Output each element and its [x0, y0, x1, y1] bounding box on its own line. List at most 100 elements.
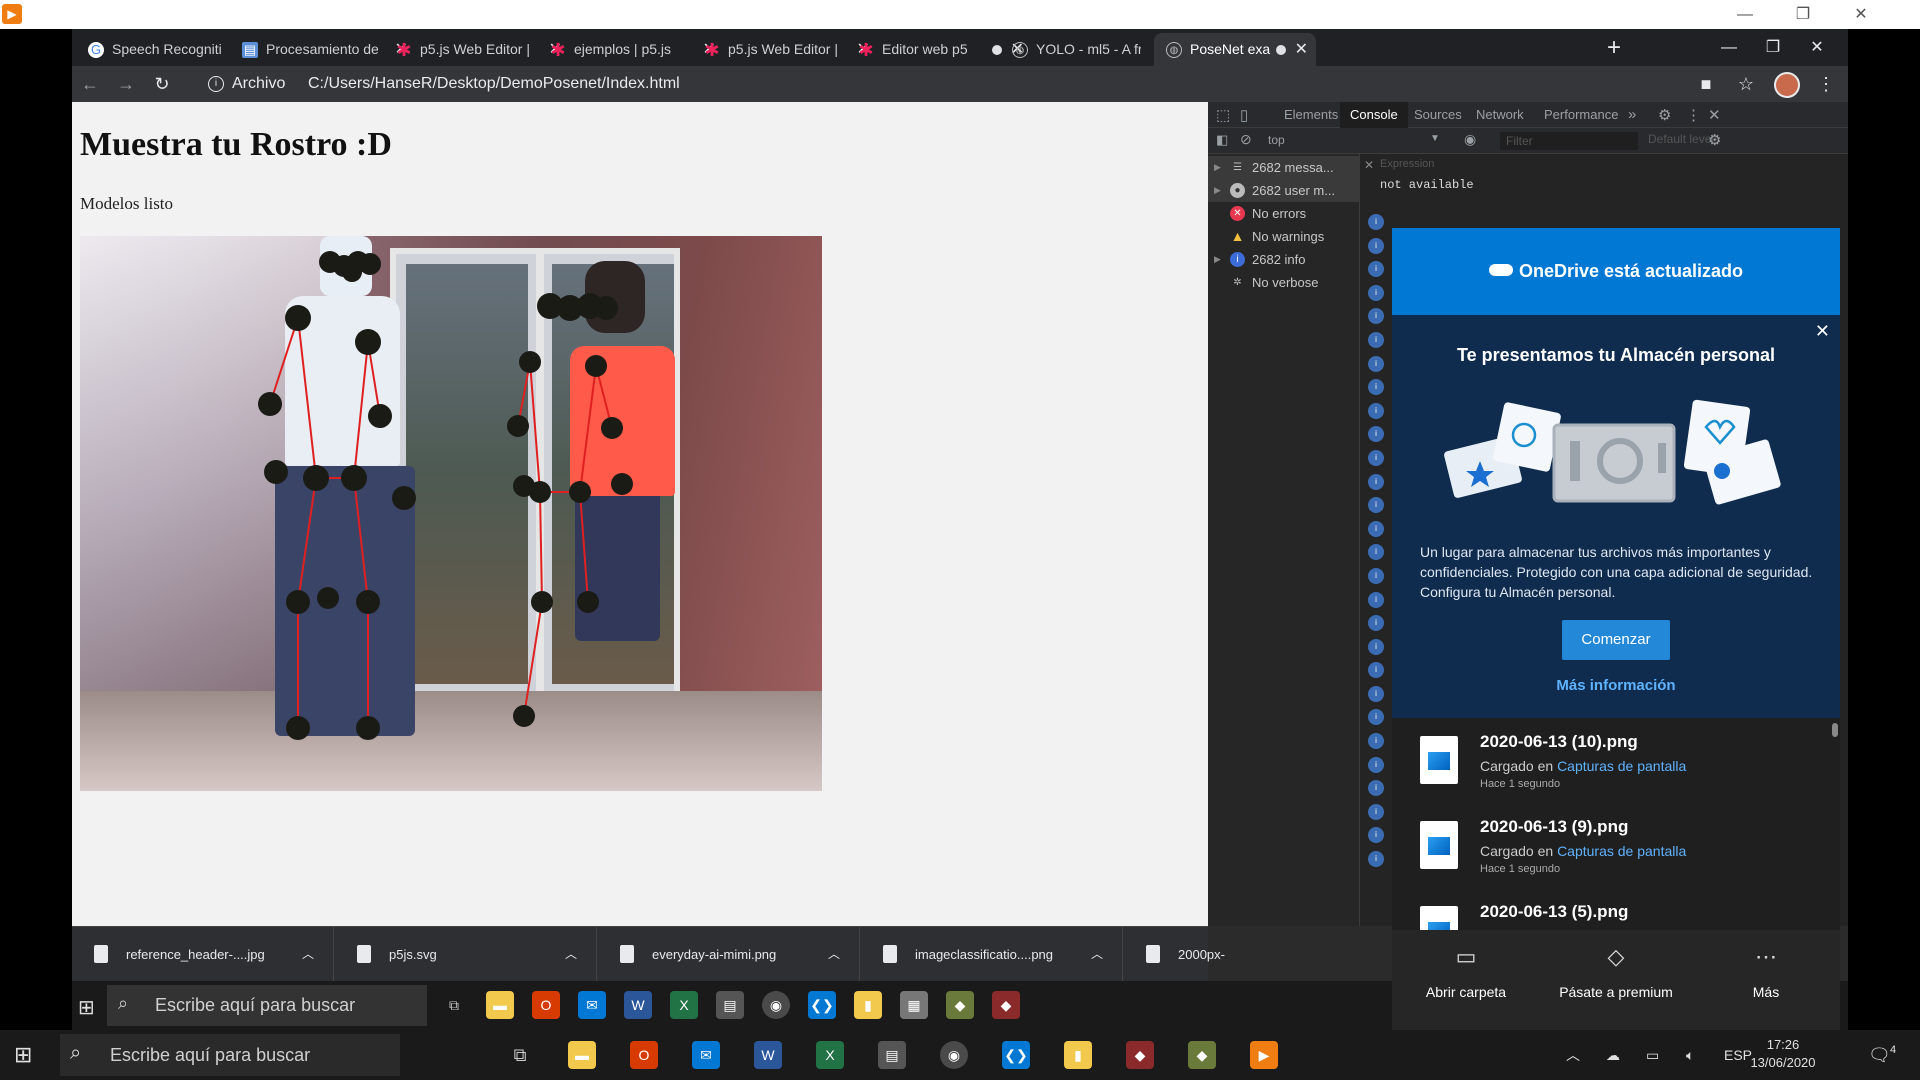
star-icon[interactable]: ☆ — [1732, 70, 1760, 98]
vscode-icon[interactable]: ❮❯ — [808, 991, 836, 1019]
chrome-maximize-button[interactable]: ❐ — [1758, 33, 1788, 63]
download-item[interactable]: reference_header-....jpg ︿ — [72, 927, 334, 982]
mail-icon[interactable]: ✉ — [692, 1041, 720, 1069]
close-promo-icon[interactable]: ✕ — [1815, 321, 1830, 342]
kebab-menu-icon[interactable]: ⋮ — [1686, 106, 1701, 124]
get-started-button[interactable]: Comenzar — [1562, 620, 1670, 660]
more-button[interactable]: ⋯ Más — [1692, 944, 1840, 1000]
minimize-button[interactable]: — — [1716, 0, 1774, 29]
folder-link[interactable]: Capturas de pantalla — [1557, 758, 1686, 774]
chrome-icon[interactable]: ◉ — [762, 991, 790, 1019]
more-tabs-icon[interactable]: » — [1628, 106, 1636, 123]
clear-console-icon[interactable]: ⊘ — [1240, 131, 1252, 148]
console-filter-input[interactable]: Filter — [1500, 132, 1638, 150]
reload-icon[interactable]: ↻ — [148, 70, 176, 98]
menu-icon[interactable]: ⋮ — [1812, 70, 1840, 98]
live-expression-input[interactable]: Expression — [1380, 158, 1434, 170]
chevron-up-icon[interactable]: ︿ — [1091, 927, 1103, 982]
context-select[interactable]: top — [1268, 133, 1285, 147]
download-item[interactable]: everyday-ai-mimi.png ︿ — [598, 927, 860, 982]
tab-network[interactable]: Network — [1476, 102, 1524, 128]
eye-icon[interactable]: ◉ — [1464, 131, 1476, 148]
sidebar-item-info[interactable]: ▶ i 2682 info — [1208, 248, 1360, 271]
notepad-icon[interactable]: ▤ — [716, 991, 744, 1019]
chrome-minimize-button[interactable]: — — [1714, 33, 1744, 63]
app-icon[interactable]: ◆ — [946, 991, 974, 1019]
onedrive-file-item[interactable]: 2020-06-13 (10).png Cargado en Capturas … — [1392, 720, 1840, 805]
sidebar-item-messages[interactable]: ▶ ☰ 2682 messa... — [1208, 156, 1360, 179]
app-icon[interactable]: ▦ — [900, 991, 928, 1019]
sidebar-item-warnings[interactable]: ▲ No warnings — [1208, 225, 1360, 248]
chevron-up-icon[interactable]: ︿ — [302, 927, 314, 982]
device-toolbar-icon[interactable]: ▯ — [1240, 106, 1248, 124]
close-icon[interactable]: ✕ — [1295, 33, 1308, 66]
inspect-icon[interactable]: ⬚ — [1216, 106, 1230, 124]
onedrive-file-item[interactable]: 2020-06-13 (5).png — [1392, 890, 1840, 930]
sidebar-item-errors[interactable]: ✕ No errors — [1208, 202, 1360, 225]
more-info-link[interactable]: Más información — [1392, 677, 1840, 694]
info-icon[interactable]: i — [208, 76, 224, 92]
battery-icon[interactable]: ▭ — [1646, 1030, 1659, 1080]
download-item[interactable]: 2000px-TensorFlo....png — [1124, 927, 1271, 1017]
scrollbar-thumb[interactable] — [1832, 723, 1838, 737]
maximize-button[interactable]: ❐ — [1774, 0, 1832, 29]
new-tab-button[interactable]: + — [1607, 33, 1621, 63]
chevron-up-icon[interactable]: ︿ — [1566, 1030, 1580, 1080]
back-icon[interactable]: ← — [76, 70, 104, 98]
address-bar[interactable]: i Archivo C:/Users/HanseR/Desktop/DemoPo… — [196, 70, 1496, 98]
chrome-icon[interactable]: ◉ — [940, 1041, 968, 1069]
chevron-down-icon[interactable]: ▼ — [1430, 133, 1440, 144]
chevron-up-icon[interactable]: ︿ — [828, 927, 840, 982]
tab-console[interactable]: Console — [1340, 102, 1408, 128]
mail-icon[interactable]: ✉ — [578, 991, 606, 1019]
remove-expression-icon[interactable]: ✕ — [1364, 158, 1374, 172]
media-player-icon[interactable]: ▶ — [1250, 1041, 1278, 1069]
tab-performance[interactable]: Performance — [1544, 102, 1618, 128]
vscode-icon[interactable]: ❮❯ — [1002, 1041, 1030, 1069]
onedrive-file-item[interactable]: 2020-06-13 (9).png Cargado en Capturas d… — [1392, 805, 1840, 890]
chevron-up-icon[interactable]: ︿ — [565, 927, 577, 982]
taskbar-search-input[interactable]: Escribe aquí para buscar — [107, 985, 427, 1026]
sidebar-item-user-messages[interactable]: ▶ ● 2682 user m... — [1208, 179, 1360, 202]
taskbar-search-input[interactable]: Escribe aquí para buscar — [60, 1034, 400, 1076]
tab-sources[interactable]: Sources — [1414, 102, 1462, 128]
task-view-icon[interactable]: ⧉ — [440, 991, 468, 1019]
forward-icon[interactable]: → — [112, 70, 140, 98]
app-icon[interactable]: ◆ — [992, 991, 1020, 1019]
console-settings-icon[interactable]: ⚙ — [1708, 131, 1721, 149]
file-explorer-icon[interactable]: ▬ — [568, 1041, 596, 1069]
volume-icon[interactable]: 🔈︎ — [1686, 1030, 1694, 1080]
file-explorer-icon[interactable]: ▬ — [486, 991, 514, 1019]
close-devtools-icon[interactable]: ✕ — [1708, 106, 1721, 124]
tab-posenet[interactable]: ◍ PoseNet exam ✕ — [1154, 33, 1316, 66]
office-icon[interactable]: O — [532, 991, 560, 1019]
tab-elements[interactable]: Elements — [1284, 102, 1338, 128]
office-icon[interactable]: O — [630, 1041, 658, 1069]
excel-icon[interactable]: X — [670, 991, 698, 1019]
app-icon[interactable]: ◆ — [1188, 1041, 1216, 1069]
download-item[interactable]: imageclassificatio....png ︿ — [861, 927, 1123, 982]
camera-icon[interactable]: ■ — [1692, 70, 1720, 98]
word-icon[interactable]: W — [624, 991, 652, 1019]
word-icon[interactable]: W — [754, 1041, 782, 1069]
download-item[interactable]: p5js.svg ︿ — [335, 927, 597, 982]
gear-icon[interactable]: ⚙ — [1658, 106, 1671, 124]
go-premium-button[interactable]: ◇ Pásate a premium — [1542, 944, 1690, 1000]
windows-start-icon[interactable]: ⊞ — [78, 995, 95, 1020]
close-button[interactable]: ✕ — [1832, 0, 1890, 29]
clock[interactable]: 17:26 13/06/2020 — [1738, 1036, 1828, 1072]
sidebar-toggle-icon[interactable]: ◧ — [1216, 132, 1228, 148]
app-icon[interactable]: ◆ — [1126, 1041, 1154, 1069]
avatar[interactable] — [1774, 72, 1800, 98]
onedrive-cloud-icon[interactable]: ☁ — [1606, 1030, 1620, 1080]
windows-start-icon[interactable]: ⊞ — [14, 1042, 32, 1068]
excel-icon[interactable]: X — [816, 1041, 844, 1069]
task-view-icon[interactable]: ⧉ — [506, 1041, 534, 1069]
sidebar-item-verbose[interactable]: ✲ No verbose — [1208, 271, 1360, 294]
folder-icon[interactable]: ▮ — [854, 991, 882, 1019]
folder-icon[interactable]: ▮ — [1064, 1041, 1092, 1069]
folder-link[interactable]: Capturas de pantalla — [1557, 843, 1686, 859]
notepad-icon[interactable]: ▤ — [878, 1041, 906, 1069]
chrome-close-button[interactable]: ✕ — [1802, 33, 1832, 63]
open-folder-button[interactable]: ▭ Abrir carpeta — [1392, 944, 1540, 1000]
